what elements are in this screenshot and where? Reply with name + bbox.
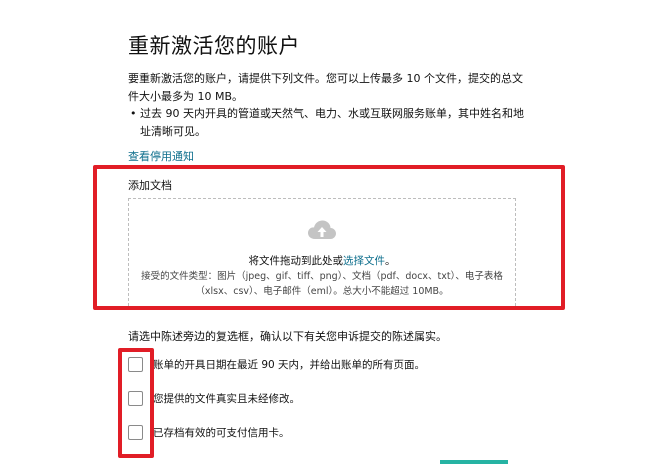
file-dropzone[interactable]: 将文件拖动到此处或选择文件。 接受的文件类型：图片（jpeg、gif、tiff、… bbox=[128, 198, 516, 306]
checkbox-row: 您提供的文件真实且未经修改。 bbox=[128, 391, 300, 406]
checkbox-label: 已存档有效的可支付信用卡。 bbox=[153, 427, 290, 439]
checkbox-credit-card[interactable] bbox=[128, 425, 143, 440]
drag-text-period: 。 bbox=[385, 255, 396, 267]
page-title: 重新激活您的账户 bbox=[128, 34, 300, 58]
confirm-instructions: 请选中陈述旁边的复选框，确认以下有关您申诉提交的陈述属实。 bbox=[128, 330, 447, 343]
accepted-file-types: 接受的文件类型：图片（jpeg、gif、tiff、png）、文档（pdf、doc… bbox=[141, 271, 503, 297]
checkbox-row: 已存档有效的可支付信用卡。 bbox=[128, 425, 290, 440]
add-document-label: 添加文档 bbox=[128, 179, 172, 192]
checkbox-authentic-files[interactable] bbox=[128, 391, 143, 406]
checkbox-label: 账单的开具日期在最近 90 天内，并给出账单的所有页面。 bbox=[153, 359, 426, 371]
view-deactivation-notice-link[interactable]: 查看停用通知 bbox=[128, 148, 194, 164]
checkbox-label: 您提供的文件真实且未经修改。 bbox=[153, 393, 300, 405]
select-file-link[interactable]: 选择文件 bbox=[343, 255, 385, 267]
submit-button-edge[interactable] bbox=[440, 460, 508, 464]
requirement-text: 过去 90 天内开具的管道或天然气、电力、水或互联网服务账单，其中姓名和地址清晰… bbox=[140, 107, 524, 138]
bullet-icon: • bbox=[130, 107, 137, 120]
checkbox-bill-date[interactable] bbox=[128, 357, 143, 372]
drag-text: 将文件拖动到此处或 bbox=[248, 255, 344, 267]
intro-text: 要重新激活您的账户，请提供下列文件。您可以上传最多 10 个文件，提交的总文件大… bbox=[128, 72, 523, 103]
cloud-upload-icon bbox=[308, 220, 336, 239]
dropzone-instructions: 将文件拖动到此处或选择文件。 bbox=[129, 253, 515, 268]
list-item: • 过去 90 天内开具的管道或天然气、电力、水或互联网服务账单，其中姓名和地址… bbox=[130, 105, 530, 141]
requirements-list: • 过去 90 天内开具的管道或天然气、电力、水或互联网服务账单，其中姓名和地址… bbox=[130, 105, 530, 141]
checkbox-row: 账单的开具日期在最近 90 天内，并给出账单的所有页面。 bbox=[128, 357, 425, 372]
